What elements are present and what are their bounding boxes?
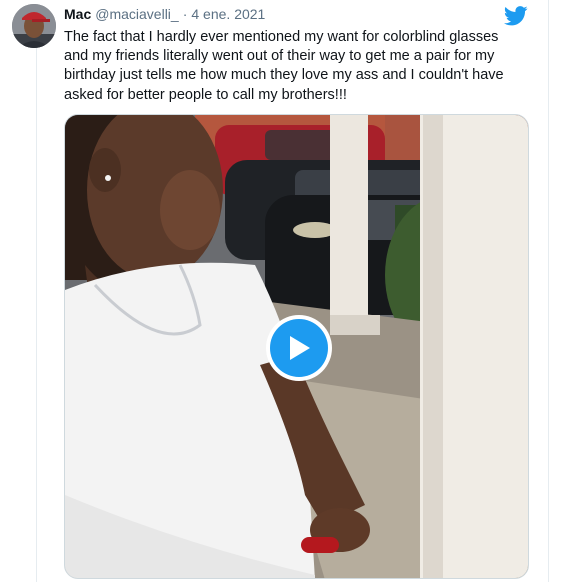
twitter-bird-icon[interactable]: [503, 6, 528, 26]
tweet-text: The fact that I hardly ever mentioned my…: [64, 29, 504, 103]
tweet-date[interactable]: 4 ene. 2021: [191, 6, 265, 22]
author-handle[interactable]: @maciavelli_: [95, 6, 178, 22]
play-button[interactable]: [266, 315, 332, 381]
tweet-card[interactable]: Mac @maciavelli_ · 4 ene. 2021 The fact …: [0, 0, 573, 582]
tweet-header: Mac @maciavelli_ · 4 ene. 2021: [64, 6, 265, 26]
author-name[interactable]: Mac: [64, 6, 91, 22]
separator-dot: ·: [182, 6, 188, 22]
play-button-fill: [270, 319, 328, 377]
video-player[interactable]: [64, 114, 529, 579]
avatar[interactable]: [12, 4, 56, 48]
play-icon: [290, 336, 310, 360]
thread-divider: [36, 40, 37, 582]
avatar-image: [12, 4, 56, 48]
column-divider: [548, 0, 549, 582]
